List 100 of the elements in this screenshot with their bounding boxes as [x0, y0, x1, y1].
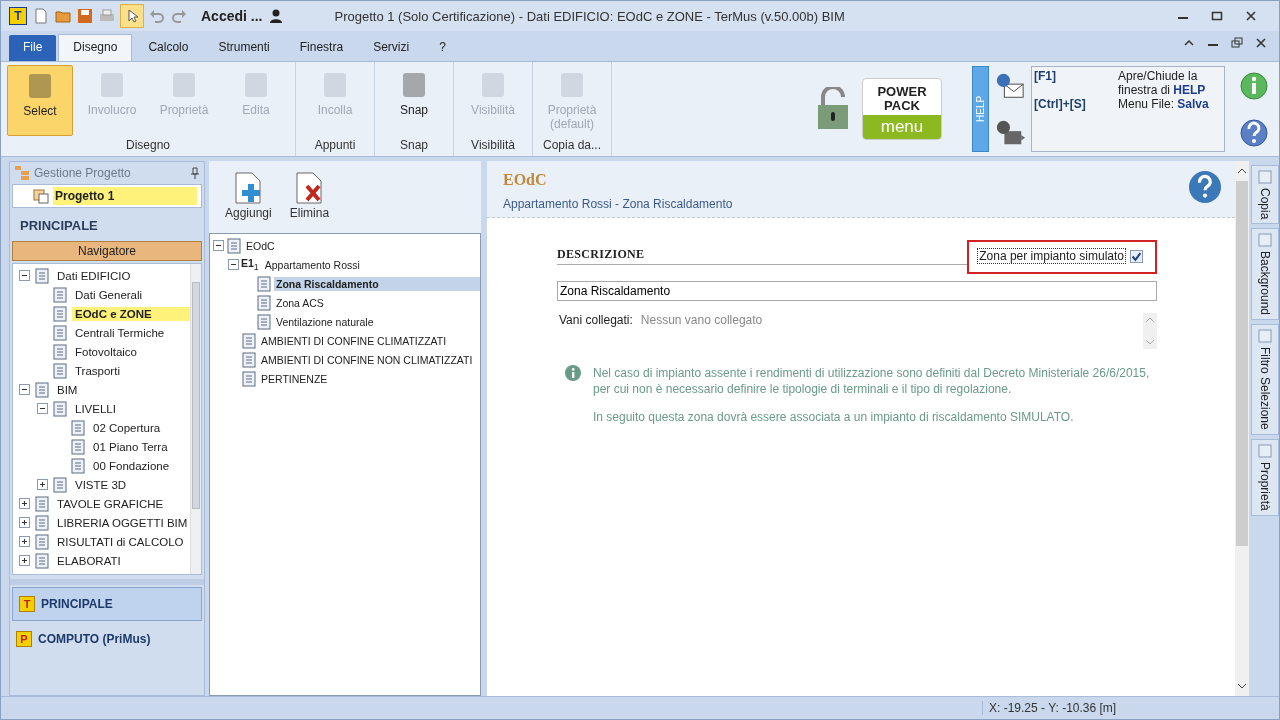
ribbon-button[interactable]: Snap	[381, 65, 447, 136]
page-title: EOdC	[503, 171, 548, 189]
info-icon	[565, 365, 581, 381]
tree-item[interactable]: Appartamento Rossi	[262, 257, 362, 272]
tab-icon	[1258, 444, 1272, 459]
tree-item[interactable]: 02 Copertura	[90, 420, 164, 435]
tree-item[interactable]: LIVELLI	[72, 401, 119, 416]
scroll-down-icon[interactable]	[1237, 682, 1247, 690]
help-icon[interactable]	[1189, 171, 1221, 203]
expand-toggle[interactable]	[19, 384, 30, 395]
toolbar-button[interactable]: Aggiungi	[219, 171, 278, 227]
tree-item[interactable]: 01 Piano Terra	[90, 439, 171, 454]
document-icon	[70, 438, 86, 455]
tree-item[interactable]: Centrali Termiche	[72, 325, 168, 340]
expand-toggle[interactable]	[37, 479, 48, 490]
tree-item[interactable]: TAVOLE GRAFICHE	[54, 496, 167, 511]
checkbox-label[interactable]: Zona per impianto simulato	[977, 248, 1126, 264]
tree-item[interactable]: BIM	[54, 382, 81, 397]
expand-toggle[interactable]	[213, 240, 224, 251]
save-icon[interactable]	[77, 8, 93, 24]
padlock-icon[interactable]	[816, 87, 850, 131]
shortcut-key: [Ctrl]+[S]	[1034, 97, 1118, 111]
app-logo[interactable]: T	[9, 7, 27, 25]
power-pack-button[interactable]: POWER PACK menu	[862, 78, 942, 140]
document-icon	[34, 381, 50, 398]
folder-icon[interactable]	[55, 8, 71, 24]
menu-tab[interactable]: ?	[425, 35, 460, 61]
side-tab[interactable]: Proprietà	[1251, 439, 1279, 516]
menu-tab[interactable]: Finestra	[285, 35, 358, 61]
tree-item[interactable]: Dati EDIFICIO	[54, 268, 134, 283]
tree-item[interactable]: AMBIENTI DI CONFINE CLIMATIZZATI	[259, 333, 449, 348]
navigator-header: Navigatore	[12, 241, 202, 261]
ribbon-button[interactable]: Select	[7, 65, 73, 136]
menu-tab[interactable]: Disegno	[58, 34, 133, 61]
expand-toggle[interactable]	[19, 270, 30, 281]
add-document-icon	[234, 172, 263, 204]
tree-item[interactable]: EOdC	[244, 238, 277, 253]
tree-item[interactable]: EOdC e ZONE	[72, 306, 191, 321]
menu-tab[interactable]: Calcolo	[134, 35, 203, 61]
project-item[interactable]: Progetto 1	[53, 187, 197, 205]
tree-item[interactable]: LIBRERIA OGGETTI BIM	[54, 515, 191, 530]
tree-item[interactable]: Trasporti	[72, 363, 123, 378]
expand-toggle[interactable]	[19, 536, 30, 547]
tab-icon	[1258, 233, 1272, 248]
side-tab[interactable]: Filtro Selezione	[1251, 324, 1279, 436]
maximize-icon[interactable]	[1211, 10, 1223, 22]
user-icon[interactable]	[268, 8, 285, 24]
expand-toggle[interactable]	[19, 555, 30, 566]
panel-title: Gestione Progetto	[34, 166, 132, 180]
menu-tab[interactable]: Strumenti	[204, 35, 284, 61]
document-icon	[52, 343, 68, 360]
account-label[interactable]: Accedi ...	[201, 8, 263, 24]
group-label: Appunti	[313, 137, 357, 154]
tree-item[interactable]: RISULTATI di CALCOLO	[54, 534, 187, 549]
tree-item[interactable]: VISTE 3D	[72, 477, 130, 492]
tree-item[interactable]: PERTINENZE	[259, 371, 330, 386]
tree-item[interactable]: Dati Generali	[72, 287, 146, 302]
toolbar-button[interactable]: Elimina	[283, 171, 336, 227]
close-icon[interactable]	[1245, 10, 1257, 22]
side-tab[interactable]: Copia	[1251, 165, 1279, 225]
expand-toggle[interactable]	[37, 403, 48, 414]
info-note: Nel caso di impianto assente i rendimenti di utilizzazione sono definiti dal Decreto Ministeriale 26/6/2015, per cui non è necessario definire le tipologie di terminali e il tipo di regolazione.	[593, 365, 1151, 397]
new-file-icon[interactable]	[33, 8, 49, 24]
shortcut-key: [F1]	[1034, 69, 1118, 97]
close-icon[interactable]	[1255, 37, 1267, 49]
document-icon	[52, 305, 68, 322]
expand-toggle[interactable]	[19, 517, 30, 528]
project-icon	[33, 188, 49, 204]
checkbox[interactable]	[1130, 249, 1143, 263]
scrollbar[interactable]	[190, 264, 201, 574]
help-icon[interactable]	[1239, 117, 1269, 148]
tree-item[interactable]: Zona ACS	[274, 295, 326, 310]
tree-icon	[14, 165, 30, 181]
restore-icon[interactable]	[1231, 37, 1243, 49]
menu-tab[interactable]: File	[9, 35, 57, 61]
document-icon	[52, 324, 68, 341]
tree-item[interactable]: Ventilazione naturale	[274, 314, 376, 329]
pointer-icon[interactable]	[121, 5, 143, 27]
tree-item[interactable]: Fotovoltaico	[72, 344, 140, 359]
info-icon[interactable]	[1239, 70, 1269, 101]
expand-toggle[interactable]	[228, 259, 239, 270]
menu-tab[interactable]: Servizi	[359, 35, 424, 61]
tree-item[interactable]: 00 Fondazione	[90, 458, 173, 473]
expand-toggle[interactable]	[19, 498, 30, 509]
scroll-up-icon[interactable]	[1237, 167, 1247, 175]
tree-item[interactable]: Zona Riscaldamento	[274, 276, 480, 291]
document-icon	[52, 286, 68, 303]
delete-document-icon	[295, 172, 324, 204]
linked-rooms-value: Nessun vano collegato	[640, 313, 764, 327]
side-tab[interactable]: Background	[1251, 228, 1279, 321]
module-button[interactable]: P COMPUTO (PriMus)	[10, 623, 204, 655]
group-label: Visibilità	[470, 137, 516, 154]
pin-icon[interactable]	[190, 167, 200, 179]
scrollbar[interactable]	[1235, 161, 1249, 696]
document-icon	[226, 237, 242, 254]
tree-item[interactable]: ELABORATI	[54, 553, 124, 568]
document-icon	[52, 400, 68, 417]
tree-item[interactable]: AMBIENTI DI CONFINE NON CLIMATIZZATI	[259, 352, 475, 367]
zone-name-field[interactable]: Zona Riscaldamento	[557, 281, 1157, 301]
module-button[interactable]: T PRINCIPALE	[12, 587, 202, 621]
